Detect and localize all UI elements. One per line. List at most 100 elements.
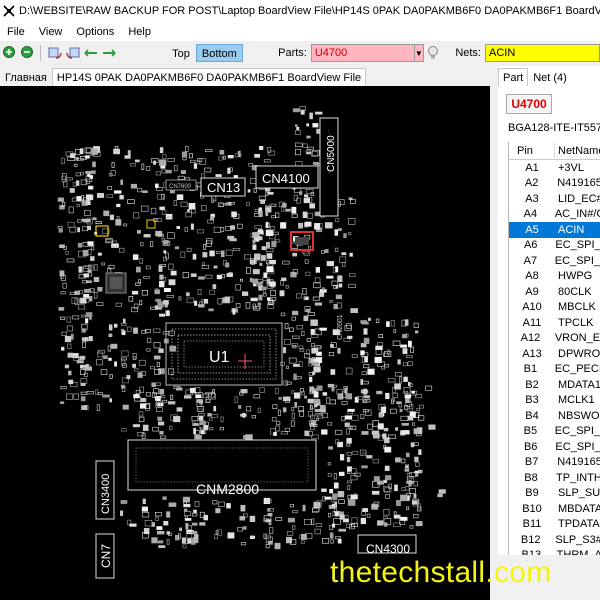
smd-component: [380, 406, 387, 413]
pin-row[interactable]: B9 SLP_SUS: [509, 486, 600, 502]
tab-part[interactable]: Part: [498, 68, 529, 86]
smd-component: [68, 206, 74, 214]
smd-component: [183, 503, 191, 508]
smd-component: [384, 465, 390, 471]
pin-row[interactable]: A1 +3VL: [509, 160, 600, 176]
pin-row[interactable]: A12 VRON_EC: [509, 331, 600, 347]
smd-component: [384, 446, 392, 453]
pin-row[interactable]: B10 MBDATA: [509, 501, 600, 517]
pin-row[interactable]: A2 N4191655: [509, 176, 600, 192]
smd-component: [185, 212, 192, 218]
pin-row[interactable]: B13THRM_AL: [509, 548, 600, 555]
pin-row[interactable]: A7 EC_SPI_C: [509, 253, 600, 269]
rotate-right-icon[interactable]: [65, 44, 81, 62]
smd-component: [306, 135, 311, 139]
pin-row[interactable]: A9 80CLK: [509, 284, 600, 300]
smd-component: [288, 357, 297, 364]
pin-row[interactable]: B4 NBSWON: [509, 408, 600, 424]
smd-component: [158, 421, 165, 426]
pin-row[interactable]: A8 HWPG: [509, 269, 600, 285]
tab-net[interactable]: Net (4): [528, 68, 572, 86]
smd-component: [291, 310, 299, 316]
nets-search-input[interactable]: [485, 44, 600, 62]
pin-row[interactable]: A4 AC_IN#/GI: [509, 207, 600, 223]
smd-component: [90, 256, 95, 261]
mirror-icon[interactable]: [101, 44, 117, 62]
tab-boardview-file[interactable]: HP14S 0PAK DA0PAKMB6F0 DA0PAKMB6F1 Board…: [51, 68, 367, 86]
pin-row[interactable]: A11 TPCLK: [509, 315, 600, 331]
tab-home[interactable]: Главная: [0, 68, 52, 86]
smd-component: [302, 288, 307, 295]
board-view-canvas[interactable]: U1 CN4100 CN13 CN7600 CN5000 CN2601 CNM2…: [0, 86, 490, 600]
smd-component: [93, 277, 100, 283]
menu-help[interactable]: Help: [121, 26, 158, 38]
smd-component: [295, 142, 303, 148]
pin-row[interactable]: A6 EC_SPI_S: [509, 238, 600, 254]
smd-component: [79, 355, 86, 360]
smd-component: [209, 250, 215, 257]
pin-row[interactable]: A10 MBCLK: [509, 300, 600, 316]
smd-component: [216, 274, 222, 280]
netname-cell: EC_PECI_: [554, 363, 600, 376]
smd-component: [251, 415, 257, 419]
smd-component: [364, 356, 368, 363]
column-header-netname[interactable]: NetName: [555, 142, 600, 159]
smd-component: [173, 416, 181, 423]
pin-row[interactable]: B2 MDATA1: [509, 377, 600, 393]
app-icon[interactable]: [3, 3, 15, 19]
smd-component: [155, 230, 163, 237]
parts-search-input[interactable]: [310, 44, 415, 62]
pin-row[interactable]: B1 EC_PECI_: [509, 362, 600, 378]
smd-component: [159, 281, 165, 288]
top-side-button[interactable]: Top: [166, 44, 196, 62]
pin-row[interactable]: A3 LID_EC#: [509, 191, 600, 207]
pin-row[interactable]: B11 TPDATA: [509, 517, 600, 533]
smd-component: [166, 295, 174, 298]
smd-component: [361, 465, 368, 469]
smd-component: [414, 393, 422, 399]
smd-component: [232, 308, 236, 315]
smd-component: [78, 266, 83, 273]
chevron-down-icon[interactable]: ▼: [414, 44, 424, 62]
lightbulb-icon[interactable]: [426, 44, 440, 62]
pin-row[interactable]: B3 MCLK1: [509, 393, 600, 409]
pin-row[interactable]: B12 SLP_S3#_: [509, 532, 600, 548]
smd-component: [129, 523, 137, 527]
menu-file[interactable]: File: [0, 26, 32, 38]
smd-component: [146, 348, 151, 352]
smd-component: [383, 427, 389, 432]
smd-component: [205, 274, 213, 279]
pin-row[interactable]: B5 EC_SPI_C: [509, 424, 600, 440]
smd-component: [225, 262, 230, 268]
zoom-out-icon[interactable]: [20, 44, 36, 62]
panel-splitter[interactable]: [490, 66, 498, 600]
pcb-layout[interactable]: U1 CN4100 CN13 CN7600 CN5000 CN2601 CNM2…: [0, 86, 490, 600]
menu-options[interactable]: Options: [69, 26, 121, 38]
smd-component: [303, 194, 309, 198]
smd-component: [321, 538, 330, 544]
smd-component: [66, 316, 72, 323]
smd-component: [240, 504, 246, 512]
bottom-side-button[interactable]: Bottom: [195, 44, 243, 62]
smd-component: [385, 494, 390, 499]
pin-row[interactable]: B8 TP_INTH#: [509, 470, 600, 486]
zoom-in-icon[interactable]: [2, 44, 18, 62]
pin-row[interactable]: A5 ACIN: [509, 222, 600, 238]
column-header-pin[interactable]: Pin: [509, 142, 555, 159]
smd-component: [286, 365, 289, 369]
smd-component: [67, 352, 74, 358]
highlighted-net-pad[interactable]: [95, 225, 109, 237]
smd-component: [223, 155, 226, 160]
pin-row[interactable]: A13 DPWROK: [509, 346, 600, 362]
smd-component: [268, 527, 274, 534]
menu-view[interactable]: View: [32, 26, 70, 38]
smd-component: [413, 442, 419, 446]
flip-icon[interactable]: [83, 44, 99, 62]
smd-component: [344, 515, 349, 519]
pin-row[interactable]: B6 EC_SPI_S: [509, 439, 600, 455]
pin-row[interactable]: B7 N4191658: [509, 455, 600, 471]
smd-component: [311, 371, 316, 375]
rotate-left-icon[interactable]: [47, 44, 63, 62]
smd-component: [220, 416, 224, 423]
smd-component: [413, 514, 419, 519]
